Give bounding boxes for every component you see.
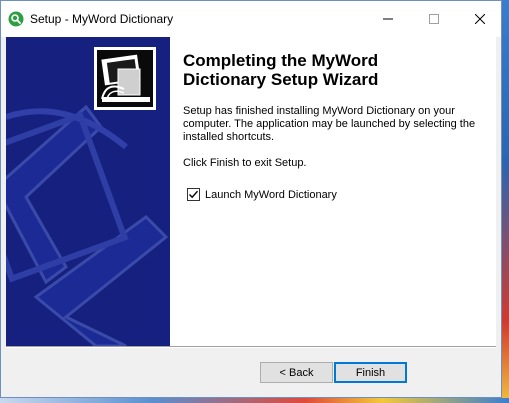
close-icon[interactable] — [457, 1, 503, 37]
finish-note: Click Finish to exit Setup. — [183, 157, 307, 169]
launch-checkbox-row[interactable]: Launch MyWord Dictionary — [187, 188, 337, 201]
checkmark-icon — [189, 190, 199, 199]
button-area-divider-highlight — [6, 347, 496, 348]
finish-button[interactable]: Finish — [334, 362, 407, 383]
wizard-description: Setup has finished installing MyWord Dic… — [183, 105, 476, 143]
desktop-taskbar-edge — [0, 398, 509, 403]
title-bar[interactable]: Setup - MyWord Dictionary — [1, 1, 501, 37]
wizard-banner-image — [6, 37, 170, 346]
maximize-icon[interactable] — [411, 1, 457, 37]
window-title: Setup - MyWord Dictionary — [30, 12, 174, 26]
wizard-heading: Completing the MyWord Dictionary Setup W… — [183, 51, 483, 89]
minimize-icon[interactable] — [365, 1, 411, 37]
wizard-heading-line1: Completing the MyWord — [183, 51, 379, 70]
launch-checkbox-label: Launch MyWord Dictionary — [205, 188, 337, 201]
wizard-page: Completing the MyWord Dictionary Setup W… — [6, 37, 496, 346]
app-search-icon — [8, 11, 24, 27]
wizard-heading-line2: Dictionary Setup Wizard — [183, 70, 379, 89]
launch-checkbox[interactable] — [187, 188, 200, 201]
setup-window: Setup - MyWord Dictionary Completing the… — [0, 0, 502, 398]
back-button[interactable]: < Back — [260, 362, 333, 383]
desktop-background — [502, 0, 509, 403]
